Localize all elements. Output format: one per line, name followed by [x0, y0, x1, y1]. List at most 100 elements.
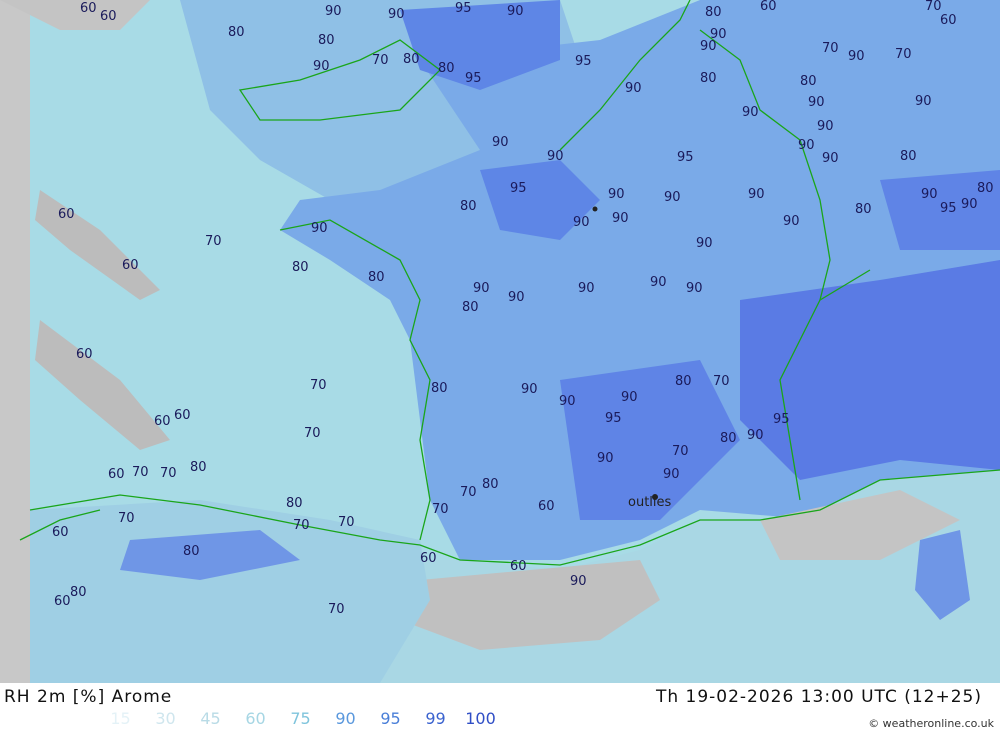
- contour-label: 95: [510, 181, 527, 196]
- contour-label: 60: [58, 207, 75, 222]
- contour-label: 80: [431, 381, 448, 396]
- contour-label: 90: [313, 59, 330, 74]
- contour-label: 80: [720, 431, 737, 446]
- contour-label: 60: [52, 525, 69, 540]
- contour-label: 60: [538, 499, 555, 514]
- legend-item-45: 45: [200, 709, 221, 728]
- contour-label: 90: [388, 7, 405, 22]
- contour-label: 90: [621, 390, 638, 405]
- contour-label: 70: [304, 426, 321, 441]
- contour-label: 80: [228, 25, 245, 40]
- legend-item-30: 30: [155, 709, 176, 728]
- credit-text[interactable]: © weatheronline.co.uk: [868, 717, 994, 730]
- contour-label: 80: [675, 374, 692, 389]
- contour-label: 95: [940, 201, 957, 216]
- contour-label: 90: [664, 190, 681, 205]
- legend-item-90: 90: [335, 709, 356, 728]
- contour-label: 80: [403, 52, 420, 67]
- contour-label: 90: [915, 94, 932, 109]
- contour-label: 90: [473, 281, 490, 296]
- contour-label: 90: [710, 27, 727, 42]
- contour-label: 90: [748, 187, 765, 202]
- contour-label: 90: [663, 467, 680, 482]
- contour-label: 90: [921, 187, 938, 202]
- contour-label: 60: [760, 0, 777, 14]
- contour-label: 70: [925, 0, 942, 14]
- legend-item-60: 60: [245, 709, 266, 728]
- contour-label: 60: [510, 559, 527, 574]
- contour-label: 95: [605, 411, 622, 426]
- contour-label: 90: [625, 81, 642, 96]
- contour-label: 90: [808, 95, 825, 110]
- map-svg: 6060 90 90 95 90 80 60 7060808090 70 808095959090…: [0, 0, 1000, 683]
- contour-label: 80: [462, 300, 479, 315]
- contour-label: 60: [100, 9, 117, 24]
- contour-label: 80: [286, 496, 303, 511]
- contour-label: 60: [122, 258, 139, 273]
- contour-label: 60: [420, 551, 437, 566]
- contour-label: 60: [108, 467, 125, 482]
- contour-label: 70: [895, 47, 912, 62]
- contour-label: 70: [460, 485, 477, 500]
- contour-label: 80: [70, 585, 87, 600]
- contour-label: 70: [132, 465, 149, 480]
- contour-label: 95: [575, 54, 592, 69]
- contour-label: 70: [328, 602, 345, 617]
- contour-label: 60: [76, 347, 93, 362]
- contour-label: 80: [460, 199, 477, 214]
- contour-label: 90: [650, 275, 667, 290]
- contour-label: 70: [310, 378, 327, 393]
- contour-label: 90: [559, 394, 576, 409]
- contour-label: 80: [855, 202, 872, 217]
- contour-label: 90: [573, 215, 590, 230]
- contour-label: 95: [677, 150, 694, 165]
- contour-label: 80: [705, 5, 722, 20]
- contour-label: 80: [368, 270, 385, 285]
- contour-label: 80: [292, 260, 309, 275]
- contour-label: 60: [80, 1, 97, 16]
- contour-label: 90: [608, 187, 625, 202]
- contour-label: 70: [822, 41, 839, 56]
- contour-label: 95: [773, 412, 790, 427]
- contour-label: 90: [783, 214, 800, 229]
- contour-label: 95: [455, 1, 472, 16]
- contour-label: 80: [318, 33, 335, 48]
- contour-label: 90: [547, 149, 564, 164]
- city-marker-paris: [592, 206, 598, 212]
- contour-label: 80: [482, 477, 499, 492]
- contour-label: 80: [700, 71, 717, 86]
- contour-label: 90: [492, 135, 509, 150]
- contour-label: 70: [118, 511, 135, 526]
- contour-label: 70: [432, 502, 449, 517]
- contour-label: 70: [205, 234, 222, 249]
- contour-label: 90: [696, 236, 713, 251]
- contour-label: 70: [713, 374, 730, 389]
- contour-label: 80: [900, 149, 917, 164]
- city-label-outlies: outlies: [628, 495, 672, 510]
- contour-label: 90: [747, 428, 764, 443]
- valid-time: Th 19-02-2026 13:00 UTC (12+25): [655, 687, 982, 707]
- contour-label: 90: [311, 221, 328, 236]
- contour-label: 95: [465, 71, 482, 86]
- contour-label: 80: [977, 181, 994, 196]
- contour-label: 90: [578, 281, 595, 296]
- contour-label: 90: [798, 138, 815, 153]
- contour-label: 90: [961, 197, 978, 212]
- contour-label: 90: [822, 151, 839, 166]
- contour-label: 90: [686, 281, 703, 296]
- contour-label: 60: [174, 408, 191, 423]
- contour-label: 70: [372, 53, 389, 68]
- contour-label: 90: [742, 105, 759, 120]
- contour-label: 90: [507, 4, 524, 19]
- outside-domain-left: [0, 0, 30, 683]
- weather-map[interactable]: 60 60 90 90 95 90 80 60 70 60 80 80 90 70 80 80 95 95 90 90…: [0, 0, 1000, 683]
- legend-title: RH 2m [%] Arome: [4, 687, 173, 707]
- color-legend: 15 30 45 60 75 90 95 99 100: [98, 709, 503, 728]
- map-footer: RH 2m [%] Arome Th 19-02-2026 13:00 UTC …: [0, 683, 1000, 733]
- contour-label: 90: [570, 574, 587, 589]
- contour-label: 60: [154, 414, 171, 429]
- contour-label: 80: [800, 74, 817, 89]
- legend-item-100: 100: [465, 709, 496, 728]
- contour-label: 90: [508, 290, 525, 305]
- contour-label: 70: [160, 466, 177, 481]
